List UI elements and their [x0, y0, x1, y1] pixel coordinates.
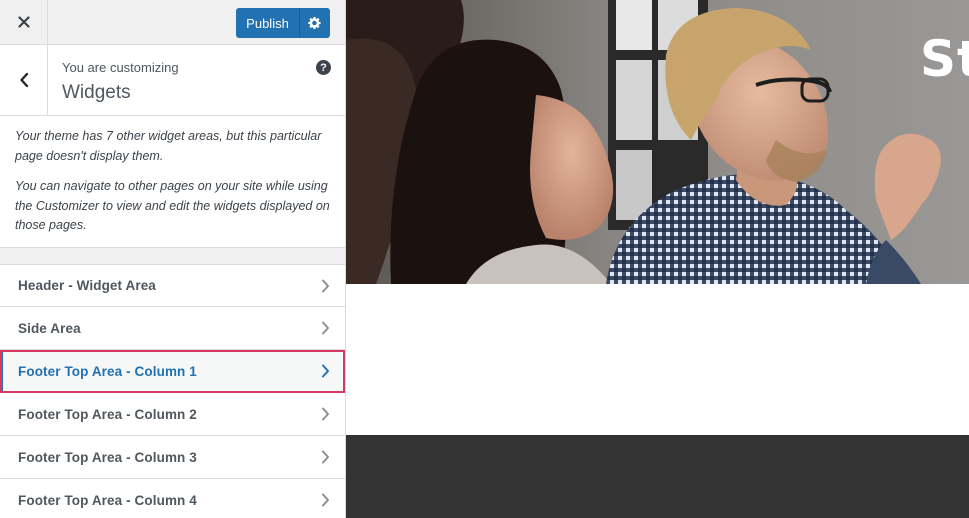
customizer-header: Publish	[0, 0, 345, 45]
preview-footer	[346, 435, 969, 518]
close-icon	[17, 16, 30, 28]
widget-area-item[interactable]: Side Area	[0, 307, 345, 350]
close-customizer-button[interactable]	[0, 0, 48, 44]
notice-text: Your theme has 7 other widget areas, but…	[15, 129, 322, 163]
widget-area-label: Footer Top Area - Column 2	[18, 406, 197, 422]
widget-area-label: Side Area	[18, 320, 81, 336]
back-button[interactable]	[0, 45, 48, 115]
hero-photo	[346, 0, 969, 284]
site-preview[interactable]: St	[346, 0, 969, 518]
publish-group: Publish	[236, 8, 330, 38]
chevron-right-icon	[322, 493, 329, 507]
chevron-right-icon	[322, 407, 329, 421]
publish-settings-button[interactable]	[299, 8, 330, 38]
widget-area-item[interactable]: Footer Top Area - Column 3	[0, 436, 345, 479]
widget-areas-notice: Your theme has 7 other widget areas, but…	[0, 116, 345, 248]
widget-area-label: Header - Widget Area	[18, 278, 156, 293]
widget-area-item-selected[interactable]: Footer Top Area - Column 1	[0, 350, 345, 393]
widget-area-item[interactable]: Footer Top Area - Column 2	[0, 393, 345, 436]
widget-area-item[interactable]: Header - Widget Area	[0, 264, 345, 307]
gear-icon	[307, 16, 321, 30]
chevron-right-icon	[322, 450, 329, 464]
panel-header: You are customizing Widgets ?	[0, 45, 345, 116]
notice-text: You can navigate to other pages on your …	[15, 179, 330, 232]
widget-area-list: Header - Widget Area Side Area Footer To…	[0, 264, 345, 518]
help-icon[interactable]: ?	[316, 60, 331, 75]
widget-area-item[interactable]: Footer Top Area - Column 4	[0, 479, 345, 518]
widget-area-label: Footer Top Area - Column 3	[18, 449, 197, 465]
chevron-right-icon	[322, 279, 329, 293]
hero-image: St	[346, 0, 969, 284]
customizer-sidebar: Publish You are customizing Widgets ? Yo…	[0, 0, 346, 518]
panel-title: Widgets	[62, 82, 131, 103]
widget-area-label: Footer Top Area - Column 1	[18, 363, 197, 379]
customizing-label: You are customizing	[62, 60, 179, 75]
publish-button[interactable]: Publish	[236, 8, 299, 38]
chevron-left-icon	[19, 72, 28, 88]
hero-title: St	[920, 30, 969, 88]
chevron-right-icon	[322, 321, 329, 335]
chevron-right-icon	[322, 364, 329, 378]
widget-area-label: Footer Top Area - Column 4	[18, 492, 197, 508]
